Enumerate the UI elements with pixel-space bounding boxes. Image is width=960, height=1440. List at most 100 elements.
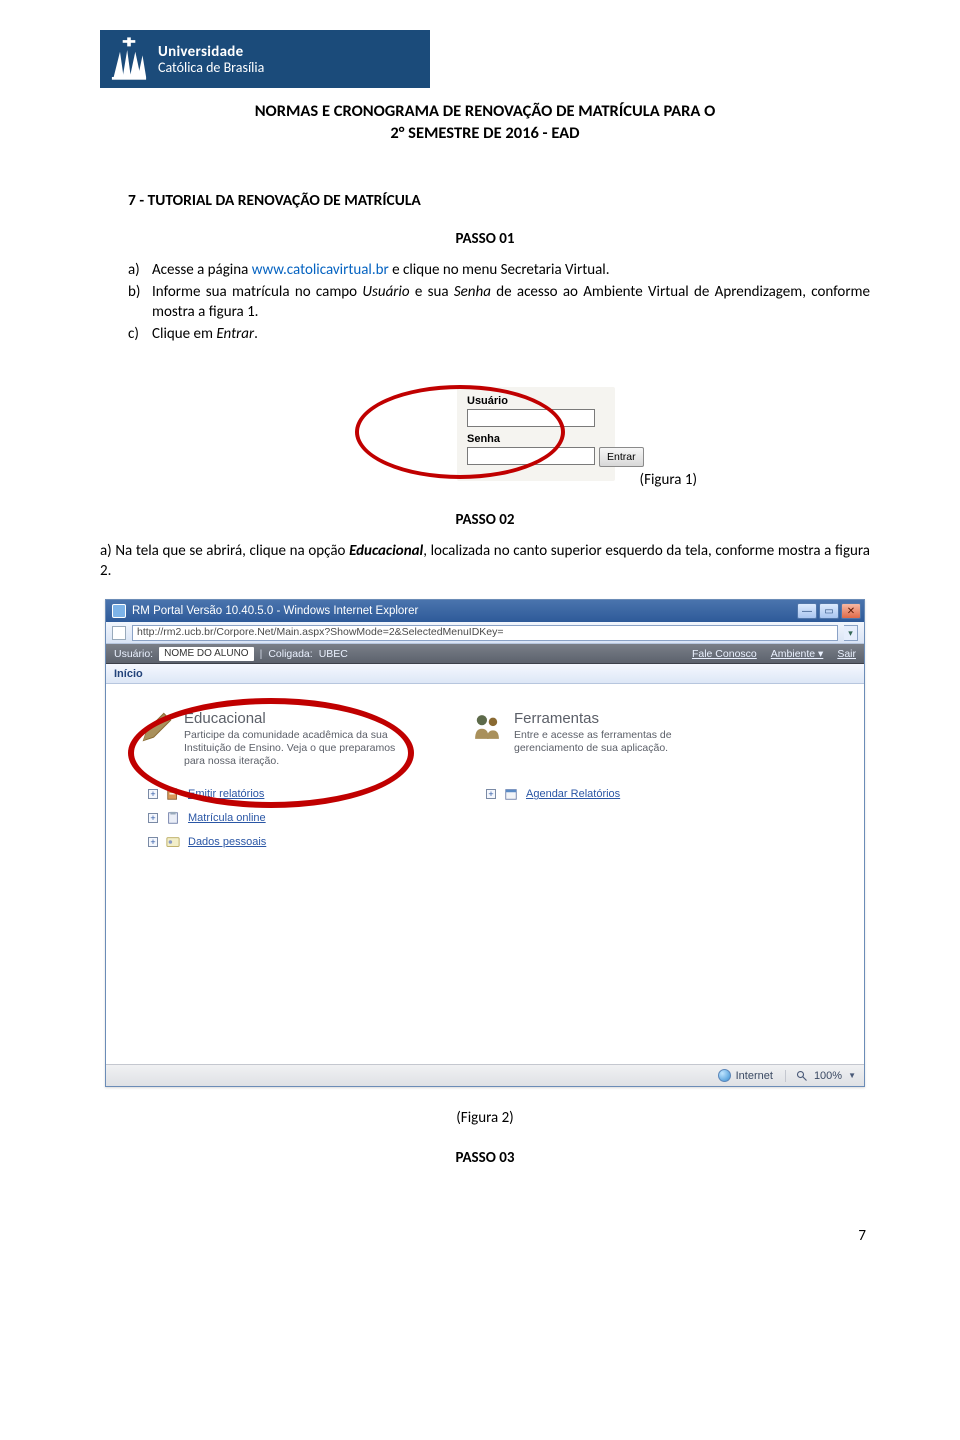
passo02-instruction: a) Na tela que se abrirá, clique na opçã… bbox=[100, 541, 870, 582]
pencil-icon bbox=[140, 710, 174, 744]
instruction-b-text: Informe sua matrícula no campo Usuário e… bbox=[152, 282, 870, 323]
ie-favicon-icon bbox=[112, 604, 126, 618]
instruction-a-text: Acesse a página www.catolicavirtual.br e… bbox=[152, 260, 870, 280]
login-entrar-button[interactable]: Entrar bbox=[599, 447, 644, 467]
minimize-button[interactable]: — bbox=[797, 603, 817, 619]
expand-icon[interactable]: + bbox=[148, 789, 158, 799]
marker-b: b) bbox=[128, 282, 152, 323]
instruction-b: b) Informe sua matrícula no campo Usuári… bbox=[128, 282, 870, 323]
document-title: NORMAS E CRONOGRAMA DE RENOVAÇÃO DE MATR… bbox=[100, 100, 870, 145]
login-panel: Usuário Senha Entrar bbox=[457, 387, 615, 481]
ie-address-bar: http://rm2.ucb.br/Corpore.Net/Main.aspx?… bbox=[106, 622, 864, 644]
ie-status-bar: Internet 100% ▼ bbox=[106, 1064, 864, 1086]
bolditalic-educacional: Educacional bbox=[349, 542, 423, 560]
link-matricula-online[interactable]: + Matrícula online bbox=[148, 806, 418, 830]
figure-1-caption: (Figura 1) bbox=[640, 471, 697, 489]
login-pass-input[interactable] bbox=[467, 447, 595, 465]
ie-window-title: RM Portal Versão 10.40.5.0 - Windows Int… bbox=[132, 605, 418, 617]
document-title-line1: NORMAS E CRONOGRAMA DE RENOVAÇÃO DE MATR… bbox=[100, 100, 870, 122]
chevron-down-icon: ▼ bbox=[848, 1071, 856, 1080]
catolicavirtual-link[interactable]: www.catolicavirtual.br bbox=[252, 261, 389, 279]
institution-name: Universidade Católica de Brasília bbox=[158, 43, 264, 76]
instruction-c-text: Clique em Entrar. bbox=[152, 324, 870, 344]
status-internet-label: Internet bbox=[736, 1070, 773, 1082]
report-icon bbox=[166, 787, 180, 801]
educacional-sublinks: + Emitir relatórios + Matrícula online + bbox=[148, 782, 418, 854]
text-fragment: Clique em bbox=[152, 325, 216, 343]
text-fragment: a) Na tela que se abrirá, clique na opçã… bbox=[100, 542, 349, 560]
institution-header: Universidade Católica de Brasília bbox=[100, 30, 430, 88]
status-zone: Internet bbox=[718, 1069, 773, 1082]
marker-a: a) bbox=[128, 260, 152, 280]
page-favicon-icon bbox=[112, 626, 126, 640]
userbar-coligada-label: Coligada: bbox=[268, 648, 312, 660]
ucb-logo-icon bbox=[110, 37, 148, 81]
expand-icon[interactable]: + bbox=[486, 789, 496, 799]
userbar-usuario-label: Usuário: bbox=[114, 648, 153, 660]
link-label: Agendar Relatórios bbox=[526, 788, 620, 800]
tile-ferramentas-desc: Entre e acesse as ferramentas de gerenci… bbox=[514, 729, 740, 755]
link-label: Dados pessoais bbox=[188, 836, 266, 848]
link-label: Emitir relatórios bbox=[188, 788, 264, 800]
passo-01-label: PASSO 01 bbox=[100, 230, 870, 248]
passo-03-label: PASSO 03 bbox=[100, 1149, 870, 1167]
tile-educacional-title: Educacional bbox=[184, 710, 410, 727]
text-fragment: e clique no menu Secretaria Virtual. bbox=[389, 261, 610, 279]
card-icon bbox=[166, 835, 180, 849]
italic-senha: Senha bbox=[454, 283, 491, 301]
login-user-label: Usuário bbox=[467, 395, 607, 407]
document-title-line2: 2° SEMESTRE DE 2016 - EAD bbox=[100, 122, 870, 144]
portal-menubar: Início bbox=[106, 664, 864, 684]
zoom-value: 100% bbox=[814, 1070, 842, 1082]
text-fragment: Acesse a página bbox=[152, 261, 252, 279]
people-icon bbox=[470, 710, 504, 744]
ie-address-input[interactable]: http://rm2.ucb.br/Corpore.Net/Main.aspx?… bbox=[132, 625, 838, 641]
instruction-list: a) Acesse a página www.catolicavirtual.b… bbox=[128, 260, 870, 345]
ie-window: RM Portal Versão 10.40.5.0 - Windows Int… bbox=[105, 599, 865, 1087]
tile-educacional[interactable]: Educacional Participe da comunidade acad… bbox=[140, 710, 410, 768]
figure-2-caption: (Figura 2) bbox=[100, 1109, 870, 1127]
link-sair[interactable]: Sair bbox=[837, 648, 856, 660]
italic-entrar: Entrar bbox=[216, 325, 254, 343]
globe-icon bbox=[718, 1069, 731, 1082]
link-ambiente[interactable]: Ambiente ▾ bbox=[771, 648, 824, 660]
magnifier-icon bbox=[796, 1070, 808, 1082]
portal-userbar: Usuário: NOME DO ALUNO | Coligada: UBEC … bbox=[106, 644, 864, 664]
link-label: Matrícula online bbox=[188, 812, 266, 824]
userbar-usuario-value: NOME DO ALUNO bbox=[159, 647, 253, 661]
marker-c: c) bbox=[128, 324, 152, 344]
expand-icon[interactable]: + bbox=[148, 813, 158, 823]
tile-ferramentas[interactable]: Ferramentas Entre e acesse as ferramenta… bbox=[470, 710, 740, 768]
zoom-control[interactable]: 100% ▼ bbox=[785, 1070, 856, 1082]
italic-usuario: Usuário bbox=[362, 283, 409, 301]
menu-inicio[interactable]: Início bbox=[114, 668, 143, 680]
ferramentas-sublinks: + Agendar Relatórios bbox=[486, 782, 756, 854]
text-fragment: Informe sua matrícula no campo bbox=[152, 283, 362, 301]
section-7-heading: 7 - TUTORIAL DA RENOVAÇÃO DE MATRÍCULA bbox=[128, 191, 870, 210]
login-user-input[interactable] bbox=[467, 409, 595, 427]
close-button[interactable]: ✕ bbox=[841, 603, 861, 619]
address-dropdown-button[interactable]: ▾ bbox=[844, 625, 858, 641]
figure-1: Usuário Senha Entrar (Figura 1) bbox=[355, 379, 615, 499]
instruction-c: c) Clique em Entrar. bbox=[128, 324, 870, 344]
tile-ferramentas-title: Ferramentas bbox=[514, 710, 740, 727]
passo-02-label: PASSO 02 bbox=[100, 511, 870, 529]
text-fragment: e sua bbox=[410, 283, 454, 301]
clipboard-icon bbox=[166, 811, 180, 825]
link-fale-conosco[interactable]: Fale Conosco bbox=[692, 648, 757, 660]
login-pass-label: Senha bbox=[467, 433, 595, 445]
link-dados-pessoais[interactable]: + Dados pessoais bbox=[148, 830, 418, 854]
expand-icon[interactable]: + bbox=[148, 837, 158, 847]
institution-name-line2: Católica de Brasília bbox=[158, 59, 264, 76]
link-agendar-relatorios[interactable]: + Agendar Relatórios bbox=[486, 782, 756, 806]
calendar-icon bbox=[504, 787, 518, 801]
instruction-a: a) Acesse a página www.catolicavirtual.b… bbox=[128, 260, 870, 280]
maximize-button[interactable]: ▭ bbox=[819, 603, 839, 619]
link-emitir-relatorios[interactable]: + Emitir relatórios bbox=[148, 782, 418, 806]
tile-educacional-desc: Participe da comunidade acadêmica da sua… bbox=[184, 729, 410, 768]
portal-content: Educacional Participe da comunidade acad… bbox=[106, 684, 864, 1064]
window-controls: — ▭ ✕ bbox=[797, 603, 861, 619]
ie-titlebar: RM Portal Versão 10.40.5.0 - Windows Int… bbox=[106, 600, 864, 622]
text-fragment: . bbox=[254, 325, 258, 343]
userbar-coligada-value: UBEC bbox=[319, 648, 348, 660]
